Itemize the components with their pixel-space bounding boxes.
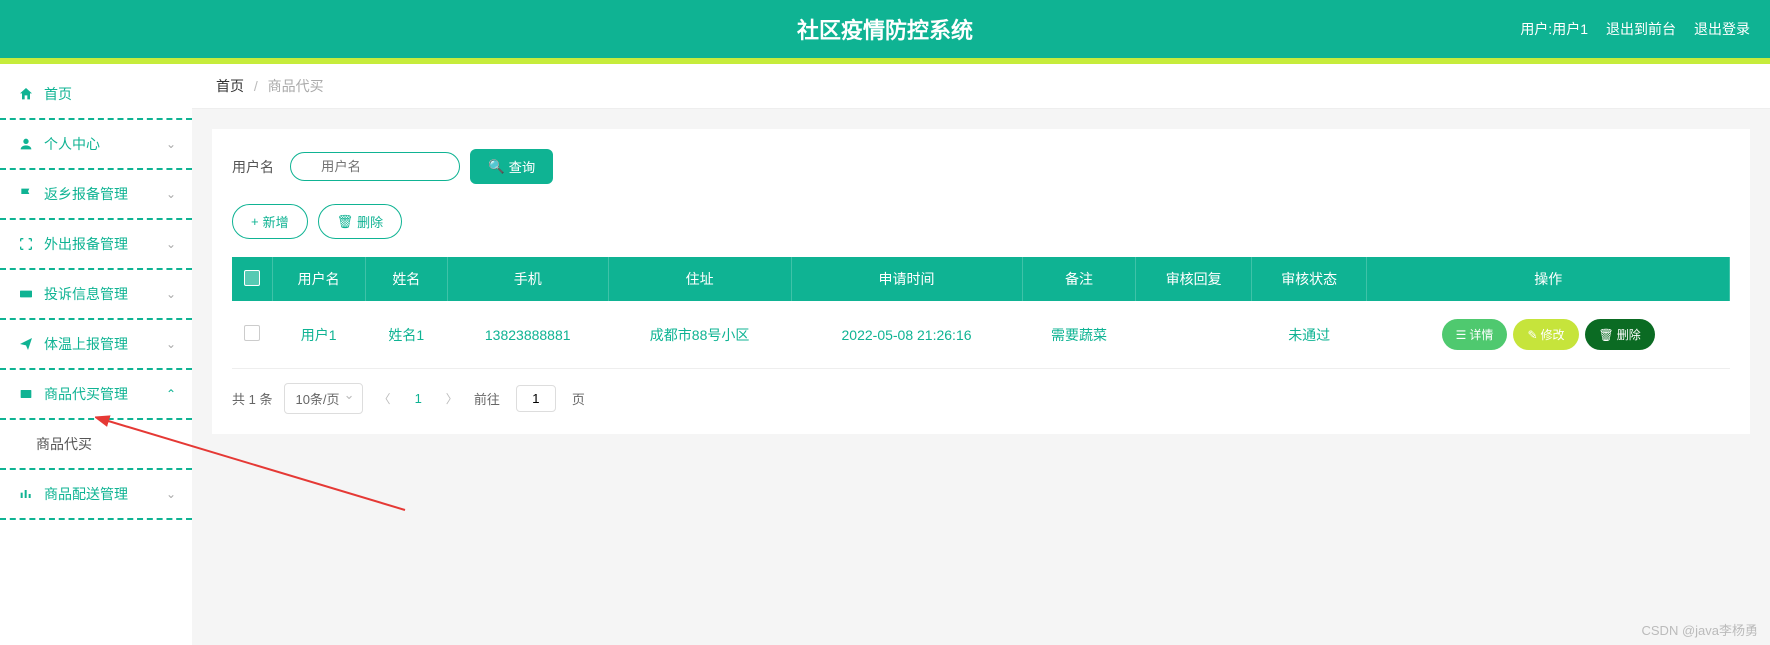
- sidebar-item-return-report[interactable]: 返乡报备管理 ⌄: [0, 170, 192, 220]
- breadcrumb-home[interactable]: 首页: [216, 78, 244, 94]
- breadcrumb-current: 商品代买: [268, 78, 324, 94]
- chevron-down-icon: ⌄: [166, 337, 176, 351]
- chevron-up-icon: ⌃: [166, 387, 176, 401]
- edit-button[interactable]: ✎修改: [1513, 319, 1578, 350]
- search-label: 用户名: [232, 157, 274, 177]
- watermark: CSDN @java李杨勇: [1642, 620, 1759, 639]
- chevron-down-icon: ⌄: [166, 137, 176, 151]
- th-phone: 手机: [447, 257, 608, 301]
- sidebar-item-complaint[interactable]: 投诉信息管理 ⌄: [0, 270, 192, 320]
- search-input[interactable]: [290, 152, 460, 181]
- detail-icon: ☰: [1456, 328, 1467, 342]
- sidebar-item-outgoing-report[interactable]: 外出报备管理 ⌄: [0, 220, 192, 270]
- ticket-icon: [18, 286, 34, 302]
- pagination: 共 1 条 10条/页 〈 1 〉 前往 页: [232, 383, 1730, 414]
- search-icon: 🔍: [488, 159, 505, 175]
- back-to-front-link[interactable]: 退出到前台: [1606, 19, 1676, 39]
- row-delete-button[interactable]: 🗑删除: [1585, 319, 1655, 350]
- detail-button[interactable]: ☰详情: [1442, 319, 1508, 350]
- sidebar-item-label: 商品代买管理: [44, 384, 128, 404]
- cell-phone: 13823888881: [447, 301, 608, 369]
- logout-link[interactable]: 退出登录: [1694, 19, 1750, 39]
- cart-icon: [18, 386, 34, 402]
- cell-review-status: 未通过: [1251, 301, 1367, 369]
- sidebar-item-label: 投诉信息管理: [44, 284, 128, 304]
- sidebar-item-temperature[interactable]: 体温上报管理 ⌄: [0, 320, 192, 370]
- sidebar-item-delivery[interactable]: 商品配送管理 ⌄: [0, 470, 192, 520]
- breadcrumb-separator: /: [254, 78, 258, 94]
- chevron-down-icon: ⌄: [166, 487, 176, 501]
- goto-prefix: 前往: [474, 389, 500, 408]
- sidebar-item-label: 外出报备管理: [44, 234, 128, 254]
- th-name: 姓名: [365, 257, 447, 301]
- user-label[interactable]: 用户:用户1: [1520, 19, 1588, 39]
- person-icon: [18, 136, 34, 152]
- th-address: 住址: [608, 257, 791, 301]
- th-remark: 备注: [1022, 257, 1136, 301]
- th-username: 用户名: [272, 257, 365, 301]
- trash-icon: 🗑: [337, 214, 354, 230]
- chevron-down-icon: ⌄: [166, 287, 176, 301]
- goto-suffix: 页: [572, 389, 585, 408]
- plus-icon: +: [251, 214, 259, 229]
- page-size-select[interactable]: 10条/页: [284, 383, 362, 414]
- goto-input[interactable]: [516, 385, 556, 412]
- th-review-reply: 审核回复: [1136, 257, 1252, 301]
- trash-icon: 🗑: [1599, 328, 1614, 342]
- add-button-label: 新增: [263, 212, 289, 231]
- th-apply-time: 申请时间: [791, 257, 1022, 301]
- content-card: 用户名 🔍 🔍 查询 + 新增 🗑 删除: [212, 129, 1750, 434]
- action-row: + 新增 🗑 删除: [232, 204, 1730, 239]
- scan-icon: [18, 236, 34, 252]
- sidebar: 首页 个人中心 ⌄ 返乡报备管理 ⌄ 外出报备管理 ⌄ 投诉信息管理 ⌄ 体温上…: [0, 64, 192, 645]
- sidebar-item-label: 商品配送管理: [44, 484, 128, 504]
- search-button[interactable]: 🔍 查询: [470, 149, 553, 184]
- edit-icon: ✎: [1527, 328, 1537, 342]
- add-button[interactable]: + 新增: [232, 204, 308, 239]
- page-prev[interactable]: 〈: [375, 386, 395, 411]
- th-review-status: 审核状态: [1251, 257, 1367, 301]
- home-icon: [18, 86, 34, 102]
- chart-icon: [18, 486, 34, 502]
- sidebar-item-profile[interactable]: 个人中心 ⌄: [0, 120, 192, 170]
- sidebar-item-label: 商品代买: [36, 434, 92, 454]
- delete-button[interactable]: 🗑 删除: [318, 204, 403, 239]
- chevron-down-icon: ⌄: [166, 237, 176, 251]
- main-content: 首页 / 商品代买 用户名 🔍 🔍 查询 + 新增: [192, 64, 1770, 645]
- cell-apply-time: 2022-05-08 21:26:16: [791, 301, 1022, 369]
- flag-icon: [18, 186, 34, 202]
- search-button-label: 查询: [509, 157, 536, 176]
- cell-name: 姓名1: [365, 301, 447, 369]
- breadcrumb: 首页 / 商品代买: [192, 64, 1770, 109]
- page-next[interactable]: 〉: [442, 386, 462, 411]
- sidebar-item-home[interactable]: 首页: [0, 70, 192, 120]
- sidebar-item-label: 返乡报备管理: [44, 184, 128, 204]
- sidebar-subitem-purchase[interactable]: 商品代买: [0, 420, 192, 470]
- header-right: 用户:用户1 退出到前台 退出登录: [1520, 19, 1750, 39]
- cell-remark: 需要蔬菜: [1022, 301, 1136, 369]
- th-operation: 操作: [1367, 257, 1730, 301]
- sidebar-item-label: 个人中心: [44, 134, 100, 154]
- cell-username: 用户1: [272, 301, 365, 369]
- cell-address: 成都市88号小区: [608, 301, 791, 369]
- pagination-total: 共 1 条: [232, 389, 272, 408]
- page-number[interactable]: 1: [407, 387, 430, 410]
- row-checkbox[interactable]: [244, 325, 260, 341]
- send-icon: [18, 336, 34, 352]
- app-title: 社区疫情防控系统: [0, 13, 1770, 45]
- search-row: 用户名 🔍 🔍 查询: [232, 149, 1730, 184]
- sidebar-item-label: 体温上报管理: [44, 334, 128, 354]
- select-all-checkbox[interactable]: [244, 270, 260, 286]
- cell-review-reply: [1136, 301, 1252, 369]
- sidebar-item-purchase[interactable]: 商品代买管理 ⌃: [0, 370, 192, 420]
- data-table: 用户名 姓名 手机 住址 申请时间 备注 审核回复 审核状态 操作 用户1: [232, 257, 1730, 369]
- sidebar-item-label: 首页: [44, 84, 72, 104]
- table-row: 用户1 姓名1 13823888881 成都市88号小区 2022-05-08 …: [232, 301, 1730, 369]
- app-header: 社区疫情防控系统 用户:用户1 退出到前台 退出登录: [0, 0, 1770, 58]
- chevron-down-icon: ⌄: [166, 187, 176, 201]
- cell-operations: ☰详情 ✎修改 🗑删除: [1367, 301, 1730, 369]
- delete-button-label: 删除: [357, 212, 383, 231]
